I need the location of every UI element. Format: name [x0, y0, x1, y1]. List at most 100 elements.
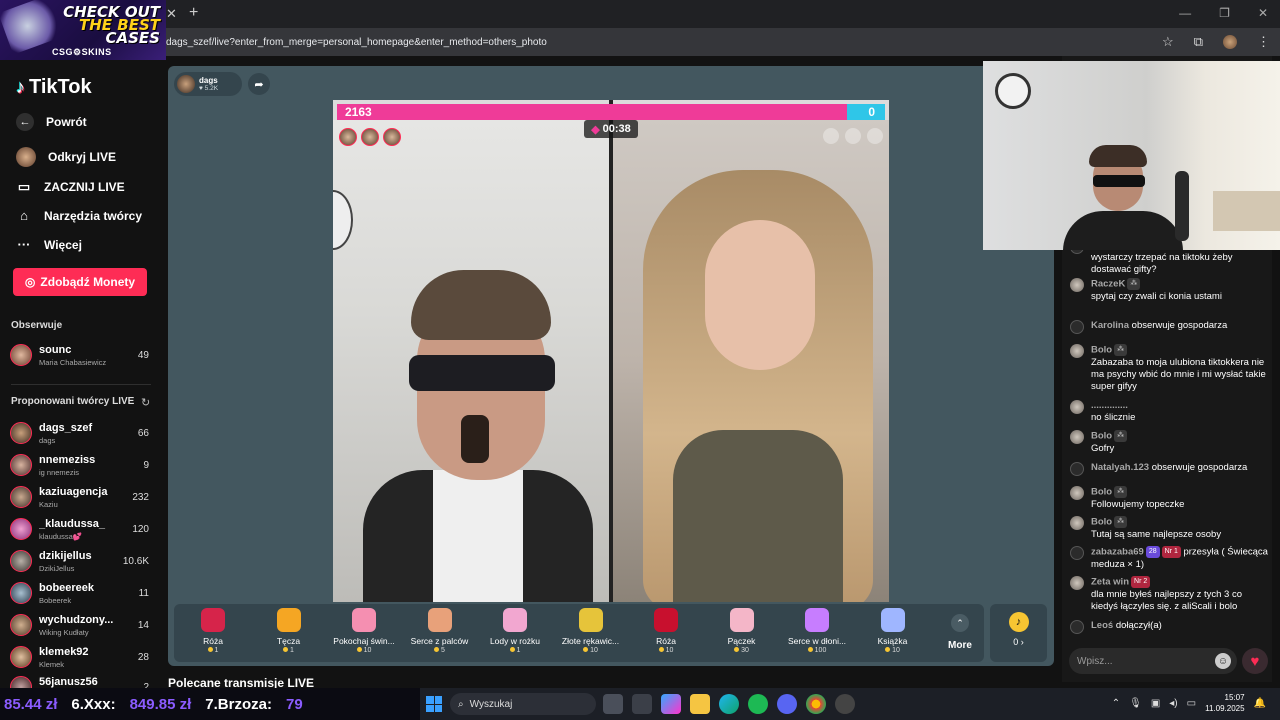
file-explorer-icon[interactable] — [690, 694, 710, 714]
chat-username[interactable]: RaczeK — [1091, 279, 1125, 290]
streamer-left — [363, 270, 593, 602]
discord-icon[interactable] — [777, 694, 797, 714]
emoji-icon[interactable]: ☺ — [1215, 653, 1231, 669]
chat-avatar[interactable] — [1070, 462, 1084, 476]
coin-balance-button[interactable]: ♪ 0 › — [990, 604, 1047, 662]
share-button[interactable]: ➦ — [248, 73, 270, 95]
edge-icon[interactable] — [719, 694, 739, 714]
windows-start-icon[interactable] — [426, 696, 442, 712]
battery-icon[interactable]: ▭ — [1187, 698, 1196, 709]
suggested-creator[interactable]: kaziuagencja Kaziu 232 — [10, 484, 156, 512]
gift-item[interactable]: Serce w dłoni... 100 — [782, 608, 852, 660]
ad-banner[interactable]: CHECK OUT THE BEST CASES CSG⚙SKINS — [0, 0, 166, 60]
suggested-creator[interactable]: klemek92 Klemek 28 — [10, 644, 156, 672]
minimize-icon[interactable]: — — [1179, 6, 1191, 20]
gift-item[interactable]: Serce z palców 5 — [405, 608, 475, 660]
url-field[interactable]: dags_szef/live?enter_from_merge=personal… — [166, 37, 547, 48]
chat-username[interactable]: Natalyah.123 — [1091, 462, 1149, 473]
gifter-avatar[interactable] — [339, 128, 357, 146]
suggested-creator[interactable]: 56janusz56 2 — [10, 674, 156, 688]
obs-icon[interactable] — [835, 694, 855, 714]
gift-item[interactable]: Złote rękawic... 10 — [556, 608, 626, 660]
gift-item[interactable]: Książka 10 — [858, 608, 928, 660]
top-gifters-right[interactable] — [823, 128, 883, 144]
gifter-placeholder-icon[interactable] — [845, 128, 861, 144]
chat-avatar[interactable] — [1070, 576, 1084, 590]
profile-avatar[interactable] — [1223, 35, 1237, 49]
gift-item[interactable]: Tęcza 1 — [254, 608, 324, 660]
gifter-placeholder-icon[interactable] — [823, 128, 839, 144]
nav-more[interactable]: ··· Więcej — [16, 237, 82, 252]
close-window-icon[interactable]: ✕ — [1258, 6, 1268, 20]
chat-username[interactable]: zabazaba69 — [1091, 547, 1144, 558]
volume-icon[interactable]: ◂) — [1169, 698, 1177, 709]
top-gifters-left[interactable] — [339, 128, 401, 146]
nav-creator-tools[interactable]: ⌂ Narzędzia twórcy — [16, 208, 142, 223]
chat-username[interactable]: Leoś — [1091, 620, 1113, 631]
store-icon[interactable] — [632, 694, 652, 714]
extensions-icon[interactable]: ⧉ — [1194, 34, 1203, 50]
gifter-avatar[interactable] — [383, 128, 401, 146]
gift-item[interactable]: Lody w rożku 1 — [480, 608, 550, 660]
spotify-icon[interactable] — [748, 694, 768, 714]
chat-input[interactable] — [1077, 654, 1207, 668]
chat-username[interactable]: Karolina — [1091, 320, 1129, 331]
suggested-creator[interactable]: wychudzony... Wiking Kudłaty 14 — [10, 612, 156, 640]
task-view-icon[interactable] — [603, 694, 623, 714]
host-pill[interactable]: dags ♥ 5.2K — [174, 72, 242, 96]
back-button[interactable]: ← Powrót — [16, 113, 87, 131]
gift-item[interactable]: Róża 10 — [631, 608, 701, 660]
chat-username[interactable]: Bolo — [1091, 487, 1112, 498]
chat-avatar[interactable] — [1070, 516, 1084, 530]
chat-avatar[interactable] — [1070, 486, 1084, 500]
chat-avatar[interactable] — [1070, 278, 1084, 292]
chat-avatar[interactable] — [1070, 400, 1084, 414]
refresh-icon[interactable]: ↻ — [141, 396, 150, 409]
gift-item[interactable]: Pokochaj świn... 10 — [329, 608, 399, 660]
live-video[interactable]: 2163 0 ◆ 00:38 — [333, 100, 889, 602]
bookmark-star-icon[interactable]: ☆ — [1162, 34, 1174, 50]
chrome-icon[interactable] — [806, 694, 826, 714]
more-gifts-button[interactable]: ⌃ More — [940, 614, 980, 651]
suggested-creator[interactable]: _klaudussa_ klaudussa💕 120 — [10, 516, 156, 544]
chat-username[interactable]: Bolo — [1091, 345, 1112, 356]
chat-username[interactable]: Zeta win — [1091, 577, 1129, 588]
creator-avatar — [10, 614, 32, 636]
suggested-creator[interactable]: dags_szef dags 66 — [10, 420, 156, 448]
tray-chevron-icon[interactable]: ⌃ — [1112, 698, 1120, 709]
nav-explore-live[interactable]: Odkryj LIVE — [16, 147, 116, 167]
chat-avatar[interactable] — [1070, 344, 1084, 358]
following-item[interactable]: sounc Maria Chabasiewicz 49 — [10, 342, 156, 370]
gifter-avatar[interactable] — [361, 128, 379, 146]
gift-item[interactable]: Pączek 30 — [707, 608, 777, 660]
gifter-placeholder-icon[interactable] — [867, 128, 883, 144]
clock[interactable]: 15:07 11.09.2025 — [1205, 692, 1244, 714]
chat-avatar[interactable] — [1070, 620, 1084, 634]
notifications-icon[interactable]: 🔔 — [1254, 698, 1266, 709]
maximize-icon[interactable]: ❐ — [1219, 6, 1230, 20]
get-coins-button[interactable]: ◎ Zdobądź Monety — [13, 268, 147, 296]
new-tab-icon[interactable]: + — [189, 4, 198, 22]
nav-start-live[interactable]: ▭ ZACZNIJ LIVE — [16, 179, 125, 195]
microphone-icon[interactable]: 🎙 — [1129, 698, 1142, 709]
browser-menu-icon[interactable]: ⋮ — [1257, 34, 1270, 50]
tab-close-icon[interactable]: ✕ — [166, 6, 177, 22]
taskbar-search[interactable]: ⌕ Wyszukaj — [450, 693, 596, 715]
viewer-count: 11 — [138, 588, 149, 599]
tiktok-logo[interactable]: ♪ TikTok — [16, 76, 92, 99]
video-pane-right — [613, 120, 889, 602]
chat-username[interactable]: .............. — [1091, 400, 1128, 411]
network-icon[interactable]: ▣ — [1151, 698, 1160, 709]
like-heart-button[interactable]: ♥ — [1242, 648, 1268, 674]
suggested-creator[interactable]: dzikijellus DzikiJellus 10.6K — [10, 548, 156, 576]
chat-avatar[interactable] — [1070, 430, 1084, 444]
suggested-creator[interactable]: nnemeziss ig nnemezis 9 — [10, 452, 156, 480]
chat-input-box[interactable]: ☺ — [1069, 648, 1237, 674]
gift-item[interactable]: Róża 1 — [178, 608, 248, 660]
chat-avatar[interactable] — [1070, 320, 1084, 334]
chat-username[interactable]: Bolo — [1091, 431, 1112, 442]
chat-username[interactable]: Bolo — [1091, 517, 1112, 528]
copilot-icon[interactable] — [661, 694, 681, 714]
chat-avatar[interactable] — [1070, 546, 1084, 560]
suggested-creator[interactable]: bobeereek Bobeerek 11 — [10, 580, 156, 608]
